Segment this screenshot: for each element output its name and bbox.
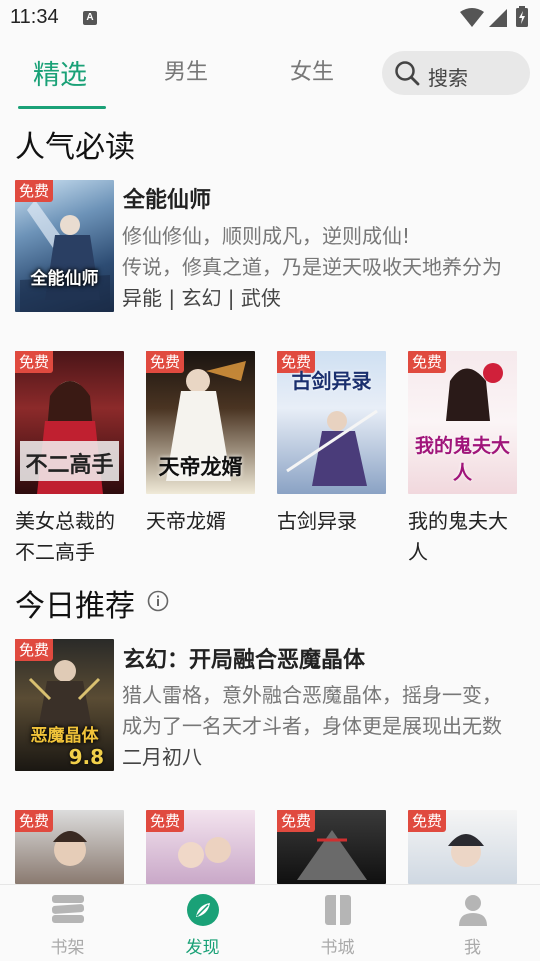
nav-label: 发现 — [185, 938, 220, 958]
book-desc-line: 成为了一名天才斗者，身体更是展现出无数 — [122, 714, 502, 738]
nav-label: 我 — [464, 938, 481, 958]
search-input[interactable]: 搜索 — [382, 51, 530, 95]
free-badge: 免费 — [15, 351, 54, 373]
book-cover[interactable]: 免费 天帝龙婿 — [146, 351, 255, 494]
book-cover[interactable]: 免费 全能仙师 — [15, 180, 114, 312]
cover-score: 9.8 — [68, 745, 104, 769]
cover-title: 我的鬼夫大人 — [414, 435, 510, 484]
free-badge: 免费 — [15, 810, 54, 832]
category-tabs: 精选 男生 女生 搜索 — [0, 36, 540, 112]
cover-title: 恶魔晶体 — [30, 726, 99, 746]
nav-bookshelf[interactable]: 书架 — [0, 885, 135, 961]
tab-male[interactable]: 男生 — [164, 54, 208, 86]
profile-icon — [458, 895, 487, 926]
book-title: 玄幻：开局融合恶魔晶体 — [123, 648, 366, 673]
book-title[interactable]: 古剑异录 — [277, 506, 395, 537]
free-badge: 免费 — [146, 810, 185, 832]
cover-title: 天帝龙婿 — [158, 455, 243, 479]
book-desc-line: 修仙修仙，顺则成凡，逆则成仙! — [122, 224, 411, 248]
book-cover[interactable]: 免费 — [408, 810, 517, 884]
section-title-popular: 人气必读 — [15, 130, 135, 165]
status-bar: 11:34 A — [0, 0, 540, 36]
nav-label: 书城 — [320, 938, 355, 958]
book-cover[interactable]: 免费 — [277, 810, 386, 884]
book-cover[interactable]: 免费 古剑异录 — [277, 351, 386, 494]
book-title[interactable]: 美女总裁的不二高手 — [15, 506, 133, 568]
book-desc-line: 猎人雷格，意外融合恶魔晶体，摇身一变， — [122, 683, 502, 707]
nav-discover[interactable]: 发现 — [135, 885, 270, 961]
nav-label: 书架 — [50, 938, 85, 958]
wifi-icon — [460, 8, 484, 27]
cover-title: 不二高手 — [25, 453, 114, 478]
book-desc-line: 传说，修真之道，乃是逆天吸收天地养分为 — [122, 255, 502, 279]
nav-bookstore[interactable]: 书城 — [270, 885, 405, 961]
section-title-today: 今日推荐 — [15, 589, 135, 624]
discover-compass-icon — [186, 894, 219, 926]
notification-a-icon: A — [83, 11, 97, 25]
info-icon[interactable] — [147, 590, 169, 612]
active-tab-indicator — [18, 106, 106, 109]
nav-profile[interactable]: 我 — [405, 885, 540, 961]
book-title[interactable]: 我的鬼夫大人 — [408, 506, 526, 568]
book-cover[interactable]: 免费 不二高手 — [15, 351, 124, 494]
tab-female[interactable]: 女生 — [290, 54, 334, 86]
signal-icon — [489, 9, 507, 27]
tab-featured[interactable]: 精选 — [33, 53, 87, 92]
free-badge: 免费 — [146, 351, 185, 373]
cover-title: 古剑异录 — [291, 369, 372, 393]
book-cover[interactable]: 免费 恶魔晶体 9.8 — [15, 639, 114, 771]
bookshelf-icon — [51, 895, 84, 923]
free-badge: 免费 — [15, 180, 54, 202]
cover-title: 全能仙师 — [30, 269, 99, 289]
book-title[interactable]: 天帝龙婿 — [146, 506, 264, 537]
bottom-nav: 书架 发现 书城 我 — [0, 884, 540, 961]
book-title: 全能仙师 — [123, 188, 212, 213]
bookstore-icon — [324, 895, 351, 925]
book-author: 二月初八 — [122, 745, 202, 769]
status-time: 11:34 — [10, 6, 59, 28]
battery-charging-icon — [516, 6, 528, 27]
free-badge: 免费 — [408, 351, 447, 373]
book-cover[interactable]: 免费 — [15, 810, 124, 884]
book-tags: 异能 | 玄幻 | 武侠 — [122, 286, 281, 310]
free-badge: 免费 — [408, 810, 447, 832]
free-badge: 免费 — [277, 810, 316, 832]
search-icon — [395, 61, 420, 86]
search-placeholder: 搜索 — [428, 66, 468, 90]
book-cover[interactable]: 免费 — [146, 810, 255, 884]
free-badge: 免费 — [15, 639, 54, 661]
book-cover[interactable]: 免费 我的鬼夫大人 — [408, 351, 517, 494]
